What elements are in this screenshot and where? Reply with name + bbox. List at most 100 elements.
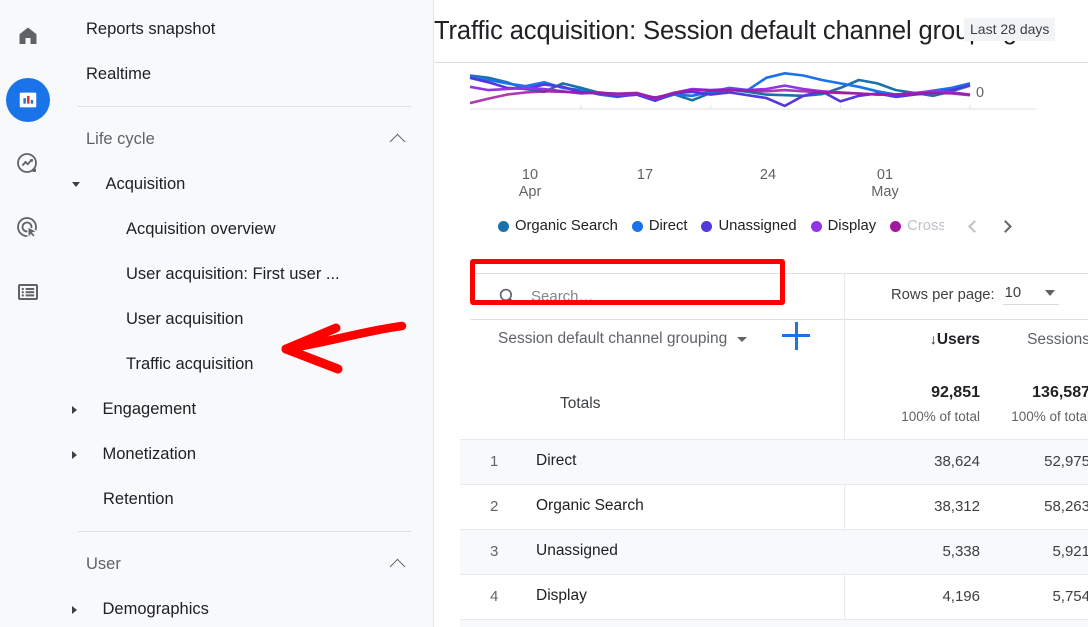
toolbar-divider-right [845, 319, 1088, 320]
row-sessions: 5,754 [980, 588, 1088, 605]
y-axis-tick-0: 0 [976, 85, 984, 101]
chevron-up-icon[interactable] [390, 133, 406, 149]
totals-users-sub: 100% of total [858, 409, 980, 424]
sidebar-item-label: Reports snapshot [86, 20, 215, 39]
caret-right-icon[interactable] [72, 606, 77, 614]
legend-dot [701, 221, 712, 232]
x-axis-tick-0: 10 Apr [505, 167, 555, 201]
sidebar-item-realtime[interactable]: Realtime [56, 52, 433, 97]
caret-right-icon[interactable] [72, 406, 77, 414]
legend-item-unassigned[interactable]: Unassigned [701, 218, 796, 234]
chevron-left-icon[interactable] [968, 220, 981, 233]
search-input[interactable] [531, 288, 781, 305]
caret-right-icon[interactable] [72, 451, 77, 459]
page-header: Traffic acquisition: Session default cha… [434, 0, 1088, 63]
table-row[interactable]: 1 Direct 38,624 52,975 [460, 440, 1088, 485]
column-header-sessions[interactable]: Sessions [980, 331, 1088, 349]
library-icon-glyph [16, 280, 40, 304]
row-index: 4 [490, 588, 498, 605]
rows-per-page-select[interactable]: 10 [1003, 285, 1059, 305]
legend-dot [890, 221, 901, 232]
chart-legend: Organic Search Direct Unassigned Display… [498, 218, 1010, 234]
table-row[interactable]: 2 Organic Search 38,312 58,263 [460, 485, 1088, 530]
dimension-selector[interactable]: Session default channel grouping [498, 330, 747, 348]
column-label: Users [937, 331, 980, 348]
totals-sessions-sub: 100% of total [980, 409, 1088, 424]
reports-icon[interactable] [6, 78, 50, 122]
search-icon [498, 287, 517, 306]
legend-item-organic-search[interactable]: Organic Search [498, 218, 618, 234]
sidebar-section-life-cycle[interactable]: Life cycle [56, 116, 433, 162]
legend-dot [498, 221, 509, 232]
row-index: 3 [490, 543, 498, 560]
explore-icon-glyph [15, 151, 41, 177]
row-dimension[interactable]: Direct [536, 452, 576, 470]
x-axis-tick-1: 17 [620, 167, 670, 184]
x-axis-tick-3: 01 May [860, 167, 910, 201]
legend-label: Organic Search [515, 218, 618, 234]
sidebar-item-label: Traffic acquisition [126, 355, 253, 374]
row-index: 2 [490, 498, 498, 515]
legend-label: Unassigned [718, 218, 796, 234]
sidebar-item-acquisition[interactable]: Acquisition [56, 162, 433, 207]
advertising-icon-glyph [15, 215, 41, 241]
advertising-icon[interactable] [6, 206, 50, 250]
legend-item-display[interactable]: Display [811, 218, 877, 234]
sidebar-item-monetization[interactable]: Monetization [56, 432, 433, 477]
sidebar-section-user[interactable]: User [56, 541, 433, 587]
rows-per-page-label: Rows per page: [891, 287, 995, 303]
date-range-tooltip[interactable]: Last 28 days [964, 18, 1055, 41]
legend-label: Display [828, 218, 877, 234]
table-row[interactable]: 4 Display 4,196 5,754 [460, 575, 1088, 620]
sidebar-item-label: Demographics [103, 600, 209, 619]
chevron-up-icon[interactable] [390, 558, 406, 574]
column-header-users[interactable]: ↓Users [858, 331, 980, 349]
legend-item-cross-network[interactable]: Cross-network [890, 218, 944, 234]
legend-item-direct[interactable]: Direct [632, 218, 688, 234]
chevron-down-icon [737, 337, 747, 342]
table-row[interactable]: 3 Unassigned 5,338 5,921 [460, 530, 1088, 575]
sidebar-item-demographics[interactable]: Demographics [56, 587, 433, 627]
sidebar-item-acquisition-overview[interactable]: Acquisition overview [56, 207, 433, 252]
sidebar-item-label: Engagement [103, 400, 197, 419]
row-dimension[interactable]: Display [536, 587, 587, 605]
x-axis-tick-2: 24 [743, 167, 793, 184]
legend-pagination [970, 222, 1010, 231]
analytics-report-page: Reports snapshot Realtime Life cycle Acq… [0, 0, 1088, 627]
sidebar-item-engagement[interactable]: Engagement [56, 387, 433, 432]
rows-per-page-value: 10 [1005, 285, 1021, 301]
sidebar-item-label: Realtime [86, 65, 151, 84]
row-sessions: 58,263 [980, 498, 1088, 515]
report-card: 0 10 Apr 17 24 01 May Organic Search [460, 63, 1088, 163]
search-row [498, 287, 781, 306]
sidebar-item-label: Acquisition overview [126, 220, 275, 239]
add-dimension-button[interactable] [782, 322, 810, 350]
sort-desc-icon: ↓ [930, 331, 937, 347]
home-icon[interactable] [6, 14, 50, 58]
section-title: User [86, 555, 121, 574]
chevron-right-icon[interactable] [999, 220, 1012, 233]
row-users: 4,196 [858, 588, 980, 605]
sidebar-item-user-acquisition[interactable]: User acquisition [56, 297, 433, 342]
row-index: 1 [490, 453, 498, 470]
caret-down-icon[interactable] [72, 182, 80, 187]
traffic-line-chart[interactable]: 0 [460, 63, 1088, 163]
table-row-partial[interactable] [460, 620, 1088, 627]
explore-icon[interactable] [6, 142, 50, 186]
totals-label: Totals [560, 395, 601, 413]
row-sessions: 52,975 [980, 453, 1088, 470]
report-body: 0 10 Apr 17 24 01 May Organic Search [434, 63, 1088, 627]
sidebar-item-reports-snapshot[interactable]: Reports snapshot [56, 7, 433, 52]
row-dimension[interactable]: Unassigned [536, 542, 618, 560]
card-divider [470, 273, 1088, 274]
library-icon[interactable] [6, 270, 50, 314]
sidebar-item-traffic-acquisition[interactable]: Traffic acquisition [56, 342, 433, 387]
sidebar-item-label: User acquisition [126, 310, 243, 329]
row-dimension[interactable]: Organic Search [536, 497, 644, 515]
row-users: 5,338 [858, 543, 980, 560]
sidebar-item-user-acquisition-first-user[interactable]: User acquisition: First user ... [56, 252, 433, 297]
reports-icon-glyph [17, 89, 39, 111]
legend-dot [811, 221, 822, 232]
section-title: Life cycle [86, 130, 155, 149]
sidebar-item-retention[interactable]: Retention [56, 477, 433, 522]
